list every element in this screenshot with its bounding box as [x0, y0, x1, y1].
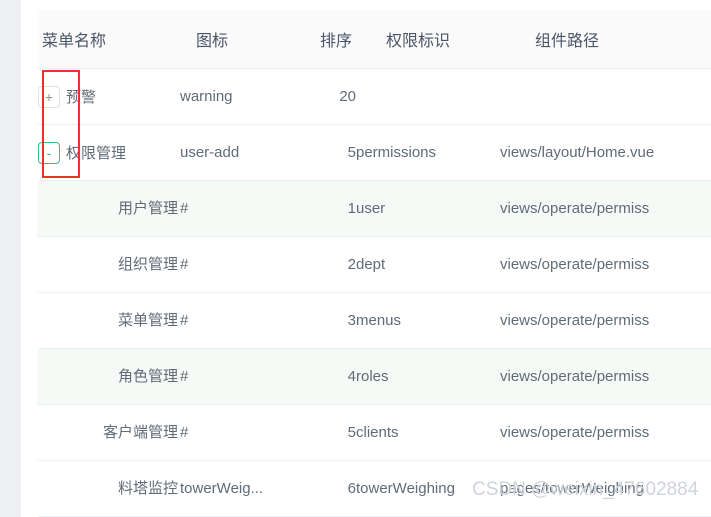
menu-table: 菜单名称 图标 排序 权限标识 组件路径 + 预警 warning 20- 权限管理 us… [38, 10, 711, 517]
table-header: 菜单名称 图标 排序 权限标识 组件路径 [38, 10, 711, 69]
menu-name-label: 用户管理 [117, 199, 178, 217]
cell-sort-order: 6 [308, 460, 356, 517]
cell-component-path: views/operate/permiss [500, 348, 711, 405]
menu-name-wrapper: 料塔监控 [38, 479, 180, 499]
menu-name-label: 菜单管理 [117, 311, 178, 329]
cell-menu-name: 菜单管理 [38, 292, 180, 349]
column-header-permission[interactable]: 权限标识 [356, 10, 500, 69]
cell-menu-name: - 权限管理 [38, 124, 180, 181]
cell-menu-name: 角色管理 [38, 348, 180, 405]
cell-permission-key: menus [356, 292, 500, 349]
cell-icon-name: warning [180, 68, 308, 125]
expand-row-button[interactable]: + [38, 85, 60, 108]
table-row[interactable]: 组织管理 #2 dept views/operate/permiss [38, 236, 711, 293]
table-card: 菜单名称 图标 排序 权限标识 组件路径 + 预警 warning 20- 权限管理 us… [21, 0, 711, 517]
screenshot-root: 菜单名称 图标 排序 权限标识 组件路径 + 预警 warning 20- 权限管理 us… [0, 0, 711, 517]
menu-name-label: 预警 [66, 89, 97, 106]
cell-permission-key: user [356, 180, 500, 237]
column-header-component-path[interactable]: 组件路径 [500, 10, 711, 69]
menu-name-label: 客户端管理 [102, 423, 178, 441]
cell-icon-name: # [180, 292, 308, 349]
column-header-sort[interactable]: 排序 [308, 10, 356, 69]
table-body: + 预警 warning 20- 权限管理 user-add 5 permissions vie… [38, 68, 711, 517]
menu-name-label: 角色管理 [117, 367, 178, 385]
table-row[interactable]: 角色管理 #4 roles views/operate/permiss [38, 348, 711, 405]
column-header-icon[interactable]: 图标 [180, 10, 308, 69]
page-left-gutter [0, 0, 21, 517]
table-row[interactable]: + 预警 warning 20 [38, 68, 711, 125]
cell-permission-key: roles [356, 348, 500, 405]
menu-name-label: 组织管理 [117, 255, 178, 273]
cell-icon-name: # [180, 348, 308, 405]
cell-component-path: views/operate/permiss [500, 292, 711, 349]
table-row[interactable]: 菜单管理 #3 menus views/operate/permiss [38, 292, 711, 349]
cell-component-path: views/layout/Home.vue [500, 124, 711, 181]
cell-component-path: views/operate/permiss [500, 236, 711, 293]
cell-icon-name: user-add [180, 124, 308, 181]
cell-menu-name: 用户管理 [38, 180, 180, 237]
cell-component-path [500, 68, 711, 125]
cell-sort-order: 2 [308, 236, 356, 293]
menu-name-label: 权限管理 [66, 145, 127, 162]
cell-component-path: views/operate/permiss [500, 404, 711, 461]
cell-permission-key: dept [356, 236, 500, 293]
cell-icon-name: # [180, 180, 308, 237]
table-row[interactable]: - 权限管理 user-add 5 permissions views/layout/Ho… [38, 124, 711, 181]
menu-name-wrapper: 用户管理 [38, 199, 180, 219]
cell-sort-order: 5 [308, 124, 356, 181]
menu-name-wrapper: 组织管理 [38, 255, 180, 275]
cell-permission-key: permissions [356, 124, 500, 181]
cell-sort-order: 4 [308, 348, 356, 405]
cell-sort-order: 1 [308, 180, 356, 237]
cell-component-path: pages/towerWeighing [500, 460, 711, 517]
cell-permission-key: clients [356, 404, 500, 461]
menu-name-label: 料塔监控 [117, 479, 178, 497]
collapse-row-button[interactable]: - [38, 141, 60, 164]
table-row[interactable]: 客户端管理 #5 clients views/operate/permiss [38, 404, 711, 461]
menu-name-wrapper: 客户端管理 [38, 423, 180, 443]
cell-menu-name: 组织管理 [38, 236, 180, 293]
table-row[interactable]: 料塔监控 towerWeig... 6 towerWeighing pages/towe… [38, 460, 711, 517]
table-row[interactable]: 用户管理 #1 user views/operate/permiss [38, 180, 711, 237]
cell-sort-order: 20 [308, 68, 356, 125]
cell-icon-name: # [180, 404, 308, 461]
cell-icon-name: # [180, 236, 308, 293]
cell-menu-name: 料塔监控 [38, 460, 180, 517]
table-header-row: 菜单名称 图标 排序 权限标识 组件路径 [38, 10, 711, 69]
cell-sort-order: 5 [308, 404, 356, 461]
cell-permission-key [356, 68, 500, 125]
menu-name-wrapper: 角色管理 [38, 367, 180, 387]
column-header-menu-name[interactable]: 菜单名称 [38, 10, 180, 69]
menu-name-wrapper: - 权限管理 [38, 141, 180, 164]
cell-icon-name: towerWeig... [180, 460, 308, 517]
cell-permission-key: towerWeighing [356, 460, 500, 517]
menu-name-wrapper: 菜单管理 [38, 311, 180, 331]
cell-sort-order: 3 [308, 292, 356, 349]
cell-component-path: views/operate/permiss [500, 180, 711, 237]
cell-menu-name: + 预警 [38, 68, 180, 125]
cell-menu-name: 客户端管理 [38, 404, 180, 461]
menu-name-wrapper: + 预警 [38, 85, 180, 108]
